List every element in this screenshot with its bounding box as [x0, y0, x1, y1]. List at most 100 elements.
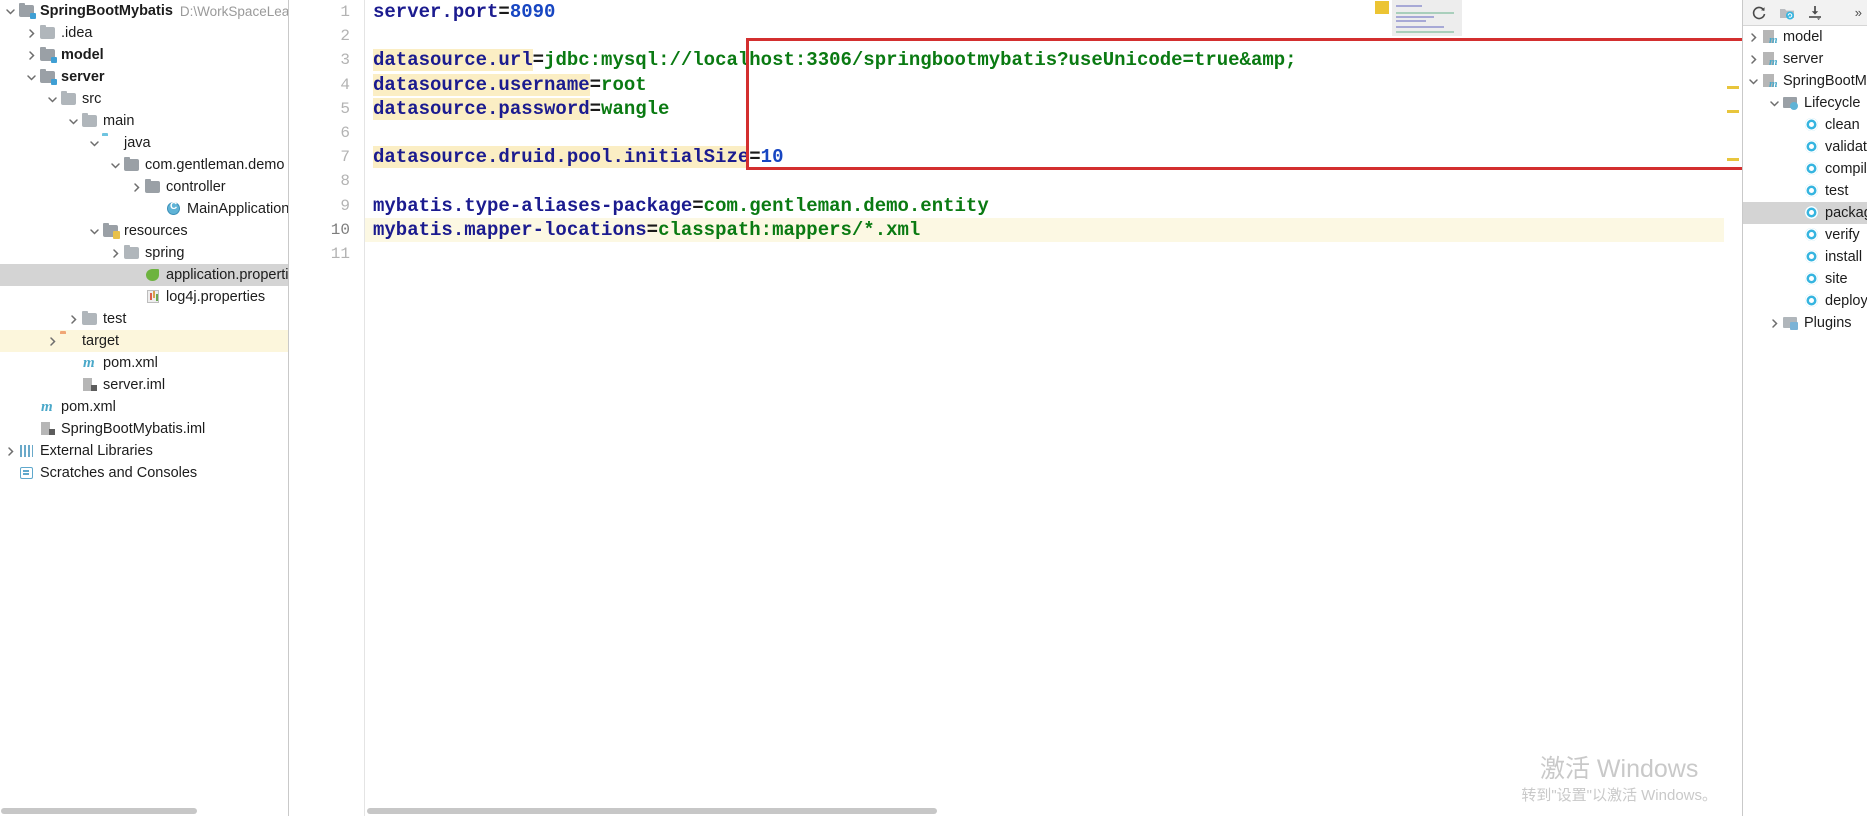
maven-tree-item[interactable]: package — [1743, 202, 1867, 224]
maven-tree-item[interactable]: test — [1743, 180, 1867, 202]
gutter-line-number[interactable]: 6 — [289, 121, 364, 145]
project-tree-item[interactable]: Scratches and Consoles — [0, 462, 288, 484]
code-line[interactable] — [365, 121, 1742, 145]
add-maven-project-icon[interactable] — [1777, 3, 1797, 23]
gutter-line-number[interactable]: 5 — [289, 97, 364, 121]
maven-tree-item-label: install — [1825, 249, 1863, 265]
maven-tree-item[interactable]: verify — [1743, 224, 1867, 246]
chevron-right-icon[interactable] — [128, 182, 144, 193]
maven-tree-item[interactable]: model — [1743, 26, 1867, 48]
chevron-down-icon[interactable] — [107, 160, 123, 171]
chevron-right-icon[interactable] — [1766, 318, 1782, 329]
idea-window: SpringBootMybatis D:\WorkSpaceLearn .idea m… — [0, 0, 1867, 816]
refresh-icon[interactable] — [1749, 3, 1769, 23]
code-line[interactable]: mybatis.mapper-locations=classpath:mappe… — [365, 217, 1742, 242]
more-options-icon[interactable]: » — [1855, 5, 1862, 20]
gutter-line-number[interactable]: 3 — [289, 48, 364, 72]
chevron-right-icon[interactable] — [107, 248, 123, 259]
maven-toolbar[interactable]: » — [1743, 0, 1867, 26]
gutter-line-number[interactable]: 9 — [289, 194, 364, 218]
code-line[interactable]: datasource.url=jdbc:mysql://localhost:33… — [365, 48, 1742, 72]
editor-area[interactable]: 1 2 3 4 5 6 7 8 9 10 11 server.port=8090 datasourc… — [289, 0, 1742, 816]
project-tree-item[interactable]: java — [0, 132, 288, 154]
property-value: 10 — [760, 146, 784, 169]
project-tree-item[interactable]: SpringBootMybatis.iml — [0, 418, 288, 440]
chevron-down-icon[interactable] — [1745, 76, 1761, 87]
project-tree-item[interactable]: application.properties — [0, 264, 288, 286]
project-tree-item[interactable]: server — [0, 66, 288, 88]
project-tree-item[interactable]: External Libraries — [0, 440, 288, 462]
project-tree-item[interactable]: resources — [0, 220, 288, 242]
maven-tree-item[interactable]: Lifecycle — [1743, 92, 1867, 114]
chevron-right-icon[interactable] — [44, 336, 60, 347]
chevron-right-icon[interactable] — [65, 314, 81, 325]
project-tool-window[interactable]: SpringBootMybatis D:\WorkSpaceLearn .idea m… — [0, 0, 289, 816]
project-tree-item[interactable]: .idea — [0, 22, 288, 44]
code-line[interactable]: datasource.username=root — [365, 73, 1742, 97]
code-line[interactable] — [365, 169, 1742, 193]
maven-tree-item[interactable]: install — [1743, 246, 1867, 268]
chevron-right-icon[interactable] — [2, 446, 18, 457]
code-lines[interactable]: server.port=8090 datasource.url=jdbc:mys… — [365, 0, 1742, 266]
editor-horizontal-scrollbar[interactable] — [365, 806, 1742, 816]
maven-goal-icon — [1803, 117, 1821, 133]
chevron-down-icon[interactable] — [2, 6, 18, 17]
project-tree-item[interactable]: m pom.xml — [0, 396, 288, 418]
project-tree-item[interactable]: m pom.xml — [0, 352, 288, 374]
gutter-line-number[interactable]: 8 — [289, 169, 364, 193]
project-tree-item[interactable]: server.iml — [0, 374, 288, 396]
project-tree-item[interactable]: MainApplication — [0, 198, 288, 220]
code-line[interactable] — [365, 242, 1742, 266]
chevron-down-icon[interactable] — [86, 226, 102, 237]
project-tree-item[interactable]: main — [0, 110, 288, 132]
project-tree-item[interactable]: com.gentleman.demo — [0, 154, 288, 176]
gutter-line-number[interactable]: 11 — [289, 242, 364, 266]
maven-tree-item[interactable]: clean — [1743, 114, 1867, 136]
editor-scrollbar-thumb[interactable] — [367, 808, 937, 814]
chevron-down-icon[interactable] — [65, 116, 81, 127]
gutter-line-number[interactable]: 7 — [289, 145, 364, 169]
code-line[interactable]: server.port=8090 — [365, 0, 1742, 24]
code-editor[interactable]: server.port=8090 datasource.url=jdbc:mys… — [365, 0, 1742, 816]
download-sources-icon[interactable] — [1805, 3, 1825, 23]
maven-tree-item[interactable]: site — [1743, 268, 1867, 290]
gutter-line-number[interactable]: 4 — [289, 73, 364, 97]
maven-tree-item[interactable]: compile — [1743, 158, 1867, 180]
chevron-down-icon[interactable] — [23, 72, 39, 83]
code-line[interactable] — [365, 24, 1742, 48]
project-tree-item[interactable]: spring — [0, 242, 288, 264]
project-tree-item[interactable]: SpringBootMybatis D:\WorkSpaceLearn — [0, 0, 288, 22]
chevron-right-icon[interactable] — [1745, 54, 1761, 65]
chevron-down-icon[interactable] — [44, 94, 60, 105]
chevron-right-icon[interactable] — [1745, 32, 1761, 43]
editor-top-warning-stripe — [1375, 1, 1389, 14]
maven-tree-item[interactable]: Plugins — [1743, 312, 1867, 334]
project-tree-item[interactable]: model — [0, 44, 288, 66]
code-line[interactable]: mybatis.type-aliases-package=com.gentlem… — [365, 194, 1742, 218]
project-tree-item[interactable]: controller — [0, 176, 288, 198]
maven-tree-item[interactable]: SpringBootMybatis — [1743, 70, 1867, 92]
chevron-right-icon[interactable] — [23, 50, 39, 61]
gutter-line-number[interactable]: 1 — [289, 0, 364, 24]
iml-icon — [39, 421, 57, 437]
project-tree-item[interactable]: log4j.properties — [0, 286, 288, 308]
maven-tree[interactable]: model server SpringBootMybatis Lifecycle cle… — [1743, 26, 1867, 334]
maven-tree-item[interactable]: deploy — [1743, 290, 1867, 312]
code-line[interactable]: datasource.druid.pool.initialSize=10 — [365, 145, 1742, 169]
maven-tree-item[interactable]: server — [1743, 48, 1867, 70]
project-horizontal-scrollbar[interactable] — [0, 806, 288, 816]
maven-tool-window[interactable]: » model server SpringBootMybatis Lifecycle c… — [1742, 0, 1867, 816]
chevron-down-icon[interactable] — [86, 138, 102, 149]
maven-tree-item[interactable]: validate — [1743, 136, 1867, 158]
chevron-down-icon[interactable] — [1766, 98, 1782, 109]
project-tree-item[interactable]: target — [0, 330, 288, 352]
gutter-line-number[interactable]: 2 — [289, 24, 364, 48]
editor-gutter[interactable]: 1 2 3 4 5 6 7 8 9 10 11 — [289, 0, 365, 816]
project-tree-item[interactable]: src — [0, 88, 288, 110]
project-tree-item[interactable]: test — [0, 308, 288, 330]
project-tree[interactable]: SpringBootMybatis D:\WorkSpaceLearn .idea m… — [0, 0, 288, 484]
gutter-line-number[interactable]: 10 — [289, 218, 364, 242]
project-scrollbar-thumb[interactable] — [1, 808, 197, 814]
chevron-right-icon[interactable] — [23, 28, 39, 39]
code-line[interactable]: datasource.password=wangle — [365, 97, 1742, 121]
